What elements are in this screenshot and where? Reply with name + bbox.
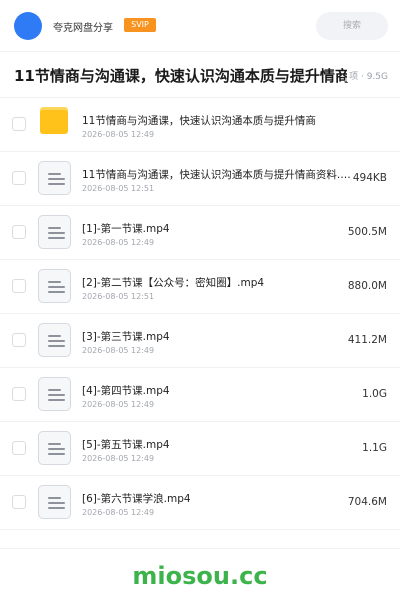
app-header: 夸克网盘分享 SVIP 搜索 [0, 0, 400, 52]
file-row[interactable]: [1]-第一节课.mp4 2026-08-05 12:49 500.5M [0, 206, 400, 260]
page-title: 11节情商与沟通课，快速认识沟通本质与提升情商 [14, 67, 350, 85]
file-name: [1]-第一节课.mp4 [82, 223, 170, 235]
file-date: 2026-08-05 12:49 [82, 454, 155, 463]
file-icon [38, 161, 71, 195]
share-title-bar: 11节情商与沟通课，快速认识沟通本质与提升情商 项 · 9.5G [0, 52, 400, 98]
select-checkbox[interactable] [12, 117, 26, 131]
search-input[interactable]: 搜索 [316, 12, 388, 40]
file-size: 704.6M [347, 496, 387, 508]
file-icon [38, 215, 71, 249]
user-avatar[interactable] [14, 12, 42, 40]
select-checkbox[interactable] [12, 495, 26, 509]
select-checkbox[interactable] [12, 441, 26, 455]
file-name: [6]-第六节课学浪.mp4 [82, 493, 191, 505]
file-row[interactable]: [2]-第二节课【公众号：密知圈】.mp4 2026-08-05 12:51 880… [0, 260, 400, 314]
select-checkbox[interactable] [12, 171, 26, 185]
file-list: 11节情商与沟通课，快速认识沟通本质与提升情商 2026-08-05 12:49 1… [0, 98, 400, 530]
file-size: 1.0G [362, 388, 387, 400]
file-date: 2026-08-05 12:49 [82, 508, 155, 517]
file-row[interactable]: [4]-第四节课.mp4 2026-08-05 12:49 1.0G [0, 368, 400, 422]
file-name: [3]-第三节课.mp4 [82, 331, 170, 343]
file-date: 2026-08-05 12:49 [82, 238, 155, 247]
file-row[interactable]: 11节情商与沟通课，快速认识沟通本质与提升情商资料.pdf 2026-08-05 … [0, 152, 400, 206]
share-meta: 项 · 9.5G [347, 69, 388, 82]
file-date: 2026-08-05 12:51 [82, 184, 155, 193]
file-size: 494KB [352, 172, 387, 184]
file-size: 411.2M [347, 334, 387, 346]
file-icon [38, 377, 71, 411]
select-checkbox[interactable] [12, 225, 26, 239]
file-date: 2026-08-05 12:49 [82, 130, 155, 139]
folder-icon [38, 107, 71, 141]
select-checkbox[interactable] [12, 333, 26, 347]
file-date: 2026-08-05 12:49 [82, 346, 155, 355]
watermark-text: miosou.cc [132, 562, 268, 590]
file-row[interactable]: [6]-第六节课学浪.mp4 2026-08-05 12:49 704.6M [0, 476, 400, 530]
file-icon [38, 485, 71, 519]
file-icon [38, 323, 71, 357]
file-date: 2026-08-05 12:51 [82, 292, 155, 301]
file-size: 500.5M [347, 226, 387, 238]
brand-name: 夸克网盘分享 [53, 23, 113, 34]
select-checkbox[interactable] [12, 279, 26, 293]
file-size: 880.0M [347, 280, 387, 292]
file-name: 11节情商与沟通课，快速认识沟通本质与提升情商资料.pdf [82, 169, 352, 181]
file-size: 1.1G [362, 442, 387, 454]
file-name: [4]-第四节课.mp4 [82, 385, 170, 397]
file-row[interactable]: [3]-第三节课.mp4 2026-08-05 12:49 411.2M [0, 314, 400, 368]
file-name: [5]-第五节课.mp4 [82, 439, 170, 451]
file-row[interactable]: [5]-第五节课.mp4 2026-08-05 12:49 1.1G [0, 422, 400, 476]
file-name: [2]-第二节课【公众号：密知圈】.mp4 [82, 277, 265, 289]
file-icon [38, 269, 71, 303]
file-date: 2026-08-05 12:49 [82, 400, 155, 409]
svip-badge: SVIP [124, 18, 156, 32]
select-checkbox[interactable] [12, 387, 26, 401]
file-row[interactable]: 11节情商与沟通课，快速认识沟通本质与提升情商 2026-08-05 12:49 [0, 98, 400, 152]
file-icon [38, 431, 71, 465]
file-name: 11节情商与沟通课，快速认识沟通本质与提升情商 [82, 115, 316, 127]
